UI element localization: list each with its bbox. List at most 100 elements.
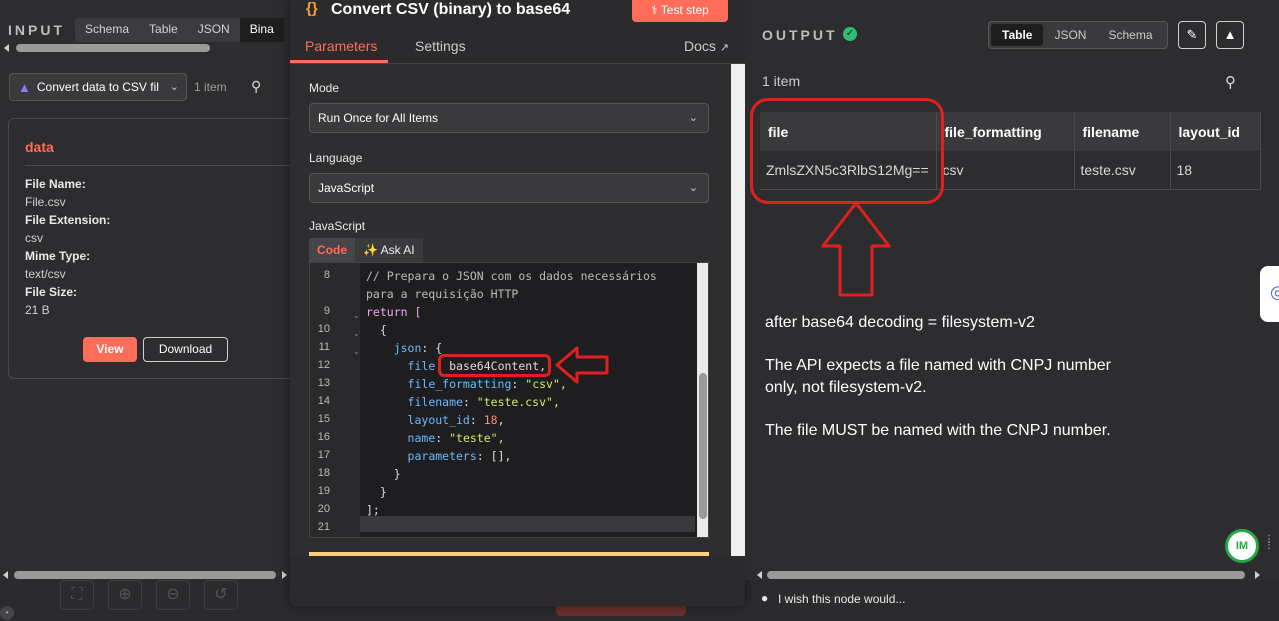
line-number: 20 bbox=[317, 503, 330, 515]
scroll-left-icon[interactable] bbox=[4, 44, 9, 52]
tab-ask-ai[interactable]: ✨ Ask AI bbox=[355, 238, 423, 262]
line-number: 9 bbox=[323, 305, 330, 317]
fold-chevron-icon[interactable]: ⌄ bbox=[353, 311, 360, 320]
pin-icon: ▲ bbox=[1223, 27, 1237, 42]
zoom-in-icon[interactable]: ⊕ bbox=[108, 580, 142, 610]
code-key: layout_id bbox=[407, 413, 470, 427]
input-tab-binary[interactable]: Bina bbox=[239, 18, 284, 42]
globe-icon[interactable]: ◎ bbox=[1270, 282, 1279, 303]
reset-zoom-icon[interactable]: ↺ bbox=[204, 580, 238, 610]
zoom-out-icon[interactable]: ⊖ bbox=[156, 580, 190, 610]
annotation-highlight-box bbox=[750, 98, 944, 204]
code-comment: // Prepara o JSON com os dados necessári… bbox=[366, 269, 657, 283]
node-title[interactable]: Convert CSV (binary) to base64 bbox=[331, 1, 570, 19]
code-line: layout_id: 18, bbox=[407, 413, 505, 427]
line-number: 12 bbox=[317, 359, 330, 371]
code-line: filename: "teste.csv", bbox=[407, 395, 560, 409]
docs-label: Docs bbox=[683, 38, 716, 54]
scroll-right-icon[interactable] bbox=[282, 571, 287, 579]
code-key: parameters bbox=[407, 449, 477, 463]
code-string: "teste", bbox=[449, 431, 505, 445]
drag-handle-icon[interactable]: ⋮ ⋮ bbox=[1264, 535, 1274, 551]
annotation-left-arrow-icon bbox=[555, 346, 609, 384]
code-line: parameters: [], bbox=[407, 449, 512, 463]
fold-chevron-icon[interactable]: ⌄ bbox=[353, 329, 360, 338]
cell-filename[interactable]: teste.csv bbox=[1074, 151, 1171, 190]
javascript-label: JavaScript bbox=[309, 219, 366, 233]
code-line: name: "teste", bbox=[407, 431, 505, 445]
lightbulb-icon: ● bbox=[761, 591, 769, 605]
input-panel: INPUT Schema Table JSON Bina ▲ Convert d… bbox=[0, 0, 299, 580]
edit-output-button[interactable]: ✎ bbox=[1178, 21, 1206, 49]
mode-select[interactable]: Run Once for All Items ⌄ bbox=[309, 103, 709, 133]
test-step-button[interactable]: ⚕ Test step bbox=[632, 0, 728, 22]
node-details-panel: {} Convert CSV (binary) to base64 ⚕ Test… bbox=[290, 0, 745, 606]
file-size-value: 21 B bbox=[25, 303, 50, 317]
binary-property-title: data bbox=[25, 139, 54, 155]
feedback-link[interactable]: I wish this node would... bbox=[778, 592, 905, 606]
column-header-layout-id[interactable]: layout_id bbox=[1170, 112, 1261, 151]
canvas-badge: • bbox=[0, 606, 14, 620]
mime-type-value: text/csv bbox=[25, 267, 66, 281]
output-vertical-scrollbar[interactable] bbox=[731, 64, 745, 556]
annotation-note: The file MUST be named with the CNPJ num… bbox=[765, 422, 1111, 439]
output-tab-schema[interactable]: Schema bbox=[1097, 24, 1163, 46]
chevron-down-icon: ⌄ bbox=[688, 182, 698, 194]
output-item-count: 1 item bbox=[762, 73, 801, 89]
tab-code[interactable]: Code bbox=[309, 238, 355, 262]
annotation-highlight-box bbox=[438, 354, 551, 377]
input-item-count: 1 item bbox=[194, 80, 227, 94]
code-scroll-thumb[interactable] bbox=[699, 373, 707, 519]
assistant-button[interactable]: IM bbox=[1225, 529, 1259, 563]
column-header-file-formatting[interactable]: file_formatting bbox=[936, 112, 1075, 151]
line-number: 16 bbox=[317, 431, 330, 443]
scroll-thumb[interactable] bbox=[767, 571, 1245, 579]
code-line: json: { bbox=[393, 341, 443, 355]
docs-link[interactable]: Docs ↗ bbox=[684, 38, 729, 54]
search-icon[interactable]: ⚲ bbox=[251, 78, 261, 95]
code-line: { bbox=[366, 323, 387, 337]
convert-node-icon: ▲ bbox=[18, 79, 31, 95]
cell-layout-id[interactable]: 18 bbox=[1170, 151, 1261, 190]
input-horizontal-scrollbar[interactable] bbox=[0, 42, 290, 54]
tab-settings[interactable]: Settings bbox=[415, 38, 466, 54]
output-tab-json[interactable]: JSON bbox=[1043, 24, 1097, 46]
download-button[interactable]: Download bbox=[143, 337, 228, 362]
input-header: INPUT Schema Table JSON Bina bbox=[0, 18, 290, 42]
line-number: 19 bbox=[317, 485, 330, 497]
binary-data-card: data File Name: File.csv File Extension:… bbox=[8, 118, 299, 379]
mime-type-label: Mime Type: bbox=[25, 249, 91, 263]
cell-file-formatting[interactable]: csv bbox=[936, 151, 1075, 190]
code-comment: para a requisição HTTP bbox=[366, 287, 519, 301]
language-select[interactable]: JavaScript ⌄ bbox=[309, 173, 709, 203]
line-number: 17 bbox=[317, 449, 330, 461]
scroll-right-icon[interactable] bbox=[1255, 571, 1260, 579]
fold-chevron-icon[interactable]: ⌄ bbox=[353, 347, 360, 356]
scroll-left-icon[interactable] bbox=[757, 571, 762, 579]
column-header-filename[interactable]: filename bbox=[1074, 112, 1171, 151]
output-view-tabs: Table JSON Schema bbox=[988, 21, 1168, 49]
code-key: json bbox=[393, 341, 422, 355]
scroll-thumb[interactable] bbox=[14, 571, 276, 579]
input-tab-schema[interactable]: Schema bbox=[75, 18, 139, 42]
resize-handle-icon[interactable]: ⇲ bbox=[694, 525, 708, 537]
code-editor-tabs: Code ✨ Ask AI bbox=[309, 238, 423, 262]
view-button[interactable]: View bbox=[83, 337, 137, 362]
code-editor[interactable]: 8 9 10 11 12 13 14 15 16 17 18 19 20 21 … bbox=[309, 262, 709, 538]
fit-view-icon[interactable]: ⛶ bbox=[60, 580, 94, 610]
tab-parameters[interactable]: Parameters bbox=[305, 38, 377, 54]
input-node-select[interactable]: ▲ Convert data to CSV fil ⌄ bbox=[9, 73, 187, 101]
search-icon[interactable]: ⚲ bbox=[1225, 73, 1236, 91]
code-key: file_formatting bbox=[407, 377, 512, 391]
language-label: Language bbox=[309, 151, 363, 165]
pin-data-button[interactable]: ▲ bbox=[1216, 21, 1244, 49]
output-horizontal-scrollbar[interactable] bbox=[745, 569, 1279, 581]
input-tab-json[interactable]: JSON bbox=[188, 18, 240, 42]
code-node-icon: {} bbox=[306, 0, 318, 17]
divider bbox=[25, 165, 299, 166]
code-key: file bbox=[407, 359, 436, 373]
scroll-left-icon[interactable] bbox=[3, 571, 8, 579]
input-tab-table[interactable]: Table bbox=[139, 18, 188, 42]
scroll-thumb[interactable] bbox=[16, 44, 210, 52]
output-tab-table[interactable]: Table bbox=[991, 24, 1044, 46]
